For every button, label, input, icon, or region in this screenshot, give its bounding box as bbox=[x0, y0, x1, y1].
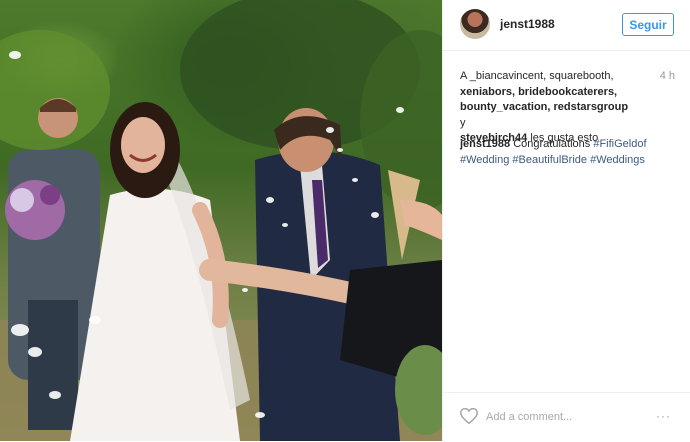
post-timestamp[interactable]: 4 h bbox=[660, 70, 675, 82]
post-photo[interactable] bbox=[0, 0, 442, 441]
likes-names-line1[interactable]: A _biancavincent, squarebooth, bbox=[460, 70, 614, 82]
hashtag-link[interactable]: #FifiGeldof bbox=[593, 138, 646, 150]
username[interactable]: jenst1988 bbox=[500, 17, 555, 31]
heart-icon[interactable] bbox=[459, 407, 479, 425]
hashtag-link[interactable]: #Weddings bbox=[590, 154, 645, 166]
follow-button[interactable]: Seguir bbox=[622, 13, 674, 36]
likes-names-line3[interactable]: bounty_vacation, redstarsgroup bbox=[460, 101, 628, 113]
post-caption: jenst1988 Congratulations #FifiGeldof #W… bbox=[460, 137, 675, 168]
post-footer: ··· bbox=[443, 392, 690, 442]
post-header: jenst1988 Seguir bbox=[443, 0, 690, 51]
hashtag-link[interactable]: #BeautifulBride bbox=[512, 154, 587, 166]
post-sidebar: jenst1988 Seguir A _biancavincent, squar… bbox=[442, 0, 690, 441]
avatar[interactable] bbox=[460, 9, 490, 39]
hashtag-link[interactable]: #Wedding bbox=[460, 154, 509, 166]
wedding-photo-illustration bbox=[0, 0, 442, 441]
likes-summary: A _biancavincent, squarebooth, xeniabors… bbox=[460, 69, 630, 147]
caption-text: Congratulations bbox=[513, 138, 591, 150]
likes-names-line2[interactable]: xeniabors, bridebookcaterers, bbox=[460, 86, 617, 98]
more-options-icon[interactable]: ··· bbox=[656, 409, 671, 423]
likes-conjunction: y bbox=[460, 116, 466, 129]
comment-input[interactable] bbox=[486, 409, 636, 425]
caption-username[interactable]: jenst1988 bbox=[460, 138, 510, 150]
